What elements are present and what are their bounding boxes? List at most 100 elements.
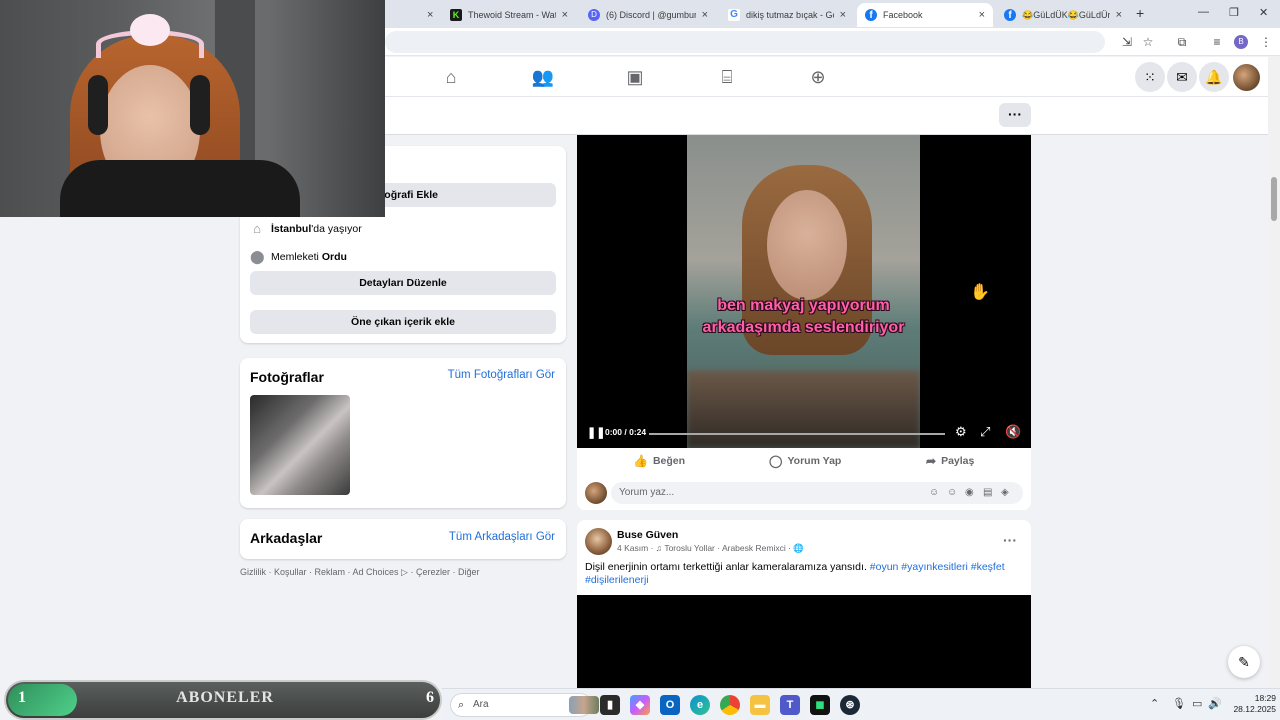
tab-title: dikiş tutmaz bıçak - Goog [746, 10, 834, 20]
hometown-row: ⬤ Memleketi Ordu [250, 249, 347, 265]
comment-input[interactable]: Yorum yaz... ☺ ☺ ◉ ▤ ◈ [611, 482, 1023, 504]
account-avatar[interactable] [1233, 64, 1260, 91]
video-caption: ben makyaj yapıyorum arkadaşımda seslend… [687, 295, 920, 339]
video-progress-track[interactable] [649, 433, 945, 435]
gif-icon[interactable]: ▤ [983, 482, 992, 504]
media-controls-icon[interactable]: ≡ [1209, 34, 1225, 50]
messenger-icon[interactable]: ✉ [1167, 62, 1197, 92]
share-arrow-icon: ➦ [926, 454, 937, 468]
file-explorer-icon[interactable]: ▬ [750, 695, 770, 715]
minimize-icon[interactable]: — [1198, 6, 1209, 18]
hashtag-line-2[interactable]: #dişilerilenerji [585, 574, 649, 586]
settings-gear-icon[interactable]: ⚙ [955, 424, 967, 440]
outlook-icon[interactable]: O [660, 695, 680, 715]
maximize-icon[interactable]: ❐ [1229, 6, 1239, 19]
teams-icon[interactable]: T [780, 695, 800, 715]
browser-tab-thewoid[interactable]: K Thewoid Stream - Watch × [442, 3, 576, 27]
new-message-icon[interactable]: ✎ [1228, 646, 1260, 678]
like-button[interactable]: 👍 Beğen [633, 454, 685, 468]
close-icon[interactable]: × [1116, 9, 1122, 21]
marketplace-icon[interactable]: ⌸ [715, 65, 739, 89]
close-icon[interactable]: × [840, 9, 846, 21]
share-label: Paylaş [941, 455, 975, 467]
window-close-icon[interactable]: ✕ [1259, 6, 1268, 19]
more-options-icon[interactable]: ··· [1003, 532, 1017, 548]
thumbs-up-icon: 👍 [633, 454, 648, 468]
watch-icon[interactable]: ▣ [623, 65, 647, 89]
gaming-icon[interactable]: ⊕ [806, 65, 830, 89]
browser-tab-facebook[interactable]: f Facebook × [857, 3, 993, 27]
sticker-icon[interactable]: ◈ [1001, 482, 1009, 504]
taskbar-search[interactable]: ⌕ Ara [450, 693, 599, 717]
bookmark-star-icon[interactable]: ☆ [1140, 34, 1156, 50]
author-avatar[interactable] [585, 528, 612, 555]
video-person-face [767, 190, 847, 300]
notifications-bell-icon[interactable]: 🔔 [1199, 62, 1229, 92]
city-name[interactable]: İstanbul [271, 223, 311, 235]
page-scrollbar[interactable] [1268, 57, 1280, 687]
lives-in-row: ⌂ İstanbul'da yaşıyor [250, 221, 362, 237]
video-frame: ben makyaj yapıyorum arkadaşımda seslend… [687, 135, 920, 448]
tray-chevron-icon[interactable]: ⌃ [1150, 697, 1159, 710]
pause-icon[interactable]: ❚❚ [587, 426, 605, 439]
location-pin-icon: ⬤ [250, 249, 265, 264]
display-icon[interactable]: ▭ [1192, 697, 1202, 710]
headphone-right [190, 75, 210, 135]
emoji-icon[interactable]: ☺ [947, 482, 957, 504]
apps-grid-icon[interactable]: ⁙ [1135, 62, 1165, 92]
taskbar-clock[interactable]: 18:29 28.12.2025 [1228, 693, 1276, 715]
browser-tab-google[interactable]: G dikiş tutmaz bıçak - Goog × [720, 3, 854, 27]
see-all-friends-link[interactable]: Tüm Arkadaşları Gör [449, 531, 555, 543]
footer-links[interactable]: Gizlilik · Koşullar · Reklam · Ad Choice… [240, 567, 479, 578]
task-view-icon[interactable]: ▮ [600, 695, 620, 715]
close-icon[interactable]: × [979, 9, 985, 21]
author-name[interactable]: Buse Güven [617, 529, 678, 541]
post-meta: 4 Kasım · ♫ Toroslu Yollar · Arabesk Rem… [617, 543, 804, 553]
more-options-button[interactable]: ··· [999, 103, 1031, 127]
close-icon[interactable]: × [427, 9, 433, 21]
video-player[interactable]: ben makyaj yapıyorum arkadaşımda seslend… [577, 135, 1031, 448]
volume-muted-icon[interactable]: 🔇 [1005, 424, 1021, 440]
hometown-label: Memleketi [271, 251, 319, 263]
close-icon[interactable]: × [562, 9, 568, 21]
clock-date: 28.12.2025 [1233, 704, 1276, 714]
search-placeholder: Ara [473, 699, 489, 710]
edit-details-button[interactable]: Detayları Düzenle [250, 271, 556, 295]
kick-app-icon[interactable]: ◼ [810, 695, 830, 715]
microphone-icon[interactable]: 🎙 [1172, 697, 1186, 710]
omnibox[interactable] [385, 31, 1105, 53]
post-body: Dişil enerjinin ortamı terkettiği anlar … [585, 561, 867, 573]
volume-icon[interactable]: 🔊 [1208, 697, 1222, 710]
comment-button[interactable]: ◯ Yorum Yap [769, 454, 841, 468]
extensions-icon[interactable]: ⧉ [1174, 34, 1190, 50]
steam-icon[interactable]: ⊛ [840, 695, 860, 715]
camera-icon[interactable]: ◉ [965, 482, 974, 504]
browser-tab-partial[interactable]: × [385, 3, 437, 27]
new-tab-button[interactable]: + [1136, 5, 1144, 21]
webcam-overlay [0, 0, 385, 217]
menu-kebab-icon[interactable]: ⋮ [1258, 34, 1274, 50]
avatar-sticker-icon[interactable]: ☺ [929, 482, 939, 504]
chrome-icon[interactable] [720, 695, 740, 715]
browser-tab-discord[interactable]: D (6) Discord | @gumburtu × [580, 3, 716, 27]
close-icon[interactable]: × [702, 9, 708, 21]
browser-tab-guldukguldurdu[interactable]: f 😂GüLdÜK😂GüLdÜrDü × [996, 3, 1130, 27]
google-favicon-icon: G [728, 9, 740, 21]
share-button[interactable]: ➦ Paylaş [926, 454, 974, 468]
profile-photo-thumbnail[interactable] [250, 395, 350, 495]
copilot-icon[interactable]: ◆ [630, 695, 650, 715]
like-label: Beğen [652, 455, 686, 467]
see-all-photos-link[interactable]: Tüm Fotoğrafları Gör [448, 369, 555, 381]
edge-icon[interactable]: e [690, 695, 710, 715]
install-app-icon[interactable]: ⇲ [1119, 34, 1135, 50]
friends-icon[interactable]: 👥 [531, 65, 555, 89]
fullscreen-icon[interactable]: ⤢ [980, 424, 990, 440]
profile-avatar-icon[interactable]: B [1234, 35, 1248, 49]
home-icon[interactable]: ⌂ [439, 65, 463, 89]
facebook-favicon-icon: f [865, 9, 877, 21]
hometown-value[interactable]: Ordu [322, 251, 347, 263]
goal-label: ABONELER [176, 689, 274, 706]
hashtags[interactable]: #oyun #yayınkesitleri #keşfet [870, 561, 1005, 573]
scrollbar-thumb[interactable] [1271, 177, 1277, 221]
add-featured-button[interactable]: Öne çıkan içerik ekle [250, 310, 556, 334]
